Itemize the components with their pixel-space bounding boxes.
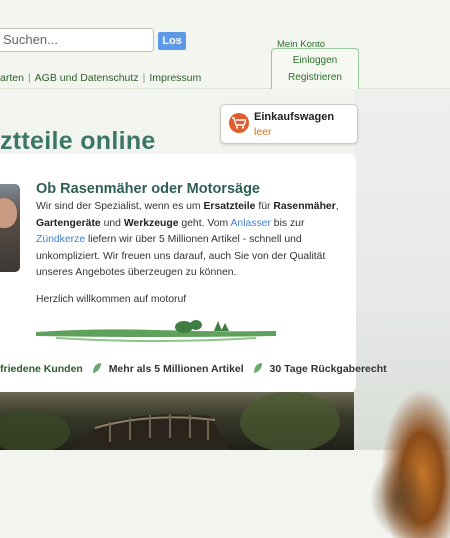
landscape-divider-art: [36, 320, 276, 342]
intro-text-4: und: [100, 217, 124, 229]
register-link[interactable]: Registrieren: [272, 69, 358, 86]
feature-return-policy: 30 Tage Rückgaberecht: [269, 363, 387, 375]
link-anlasser[interactable]: Anlasser: [230, 218, 270, 229]
keyword-ersatzteile: Ersatzteile: [203, 201, 256, 212]
staff-photo: [0, 184, 20, 272]
background-photo-right: [354, 88, 450, 538]
keyword-gartengeraete: Gartengeräte: [36, 217, 101, 229]
bridge-image: [0, 392, 340, 450]
separator: |: [142, 72, 146, 84]
leaf-icon: [253, 363, 262, 373]
search-button[interactable]: Los: [158, 32, 186, 50]
intro-text-1: Wir sind der Spezialist, wenn es um: [36, 201, 204, 212]
feature-articles: Mehr als 5 Millionen Artikel: [108, 363, 244, 375]
tree-trunk-image: [370, 458, 430, 538]
keyword-werkzeuge: Werkzeuge: [123, 217, 179, 229]
intro-text-2: für: [255, 201, 274, 212]
page-title: ztteile online: [0, 127, 156, 155]
separator: |: [27, 72, 31, 84]
link-zuendkerze[interactable]: Zündkerze: [36, 234, 85, 245]
leaf-icon: [92, 363, 101, 373]
intro-text: Wir sind der Spezialist, wenn es um Ersa…: [36, 199, 356, 282]
link-impressum[interactable]: Impressum: [149, 72, 201, 84]
login-link[interactable]: Einloggen: [272, 52, 358, 69]
shopping-cart-icon: [229, 113, 249, 133]
keyword-rasenmaeher: Rasenmäher: [273, 201, 336, 212]
site-header: Suchen... Los arten | AGB und Datenschutz |…: [0, 0, 450, 89]
cart-status: leer: [254, 126, 272, 138]
top-links: arten | AGB und Datenschutz | Impressum: [0, 72, 201, 84]
account-box: Einloggen Registrieren: [271, 48, 359, 89]
welcome-text: Herzlich willkommen auf motoruf: [36, 294, 187, 305]
link-partial[interactable]: arten: [0, 72, 24, 84]
intro-title: Ob Rasenmäher oder Motorsäge: [36, 181, 260, 197]
search-input[interactable]: Suchen...: [0, 28, 154, 52]
intro-text-6: bis zur: [270, 217, 305, 229]
intro-text-3: ,: [335, 201, 339, 212]
shopping-cart-widget[interactable]: Einkaufswagen leer: [220, 104, 358, 144]
feature-satisfied-customers: friedene Kunden: [0, 363, 83, 375]
face-shape: [0, 198, 17, 228]
cart-title: Einkaufswagen: [254, 111, 335, 123]
link-agb[interactable]: AGB und Datenschutz: [35, 72, 139, 84]
intro-text-5: geht. Vom: [178, 217, 231, 229]
features-bar: friedene Kunden Mehr als 5 Millionen Art…: [0, 362, 387, 375]
